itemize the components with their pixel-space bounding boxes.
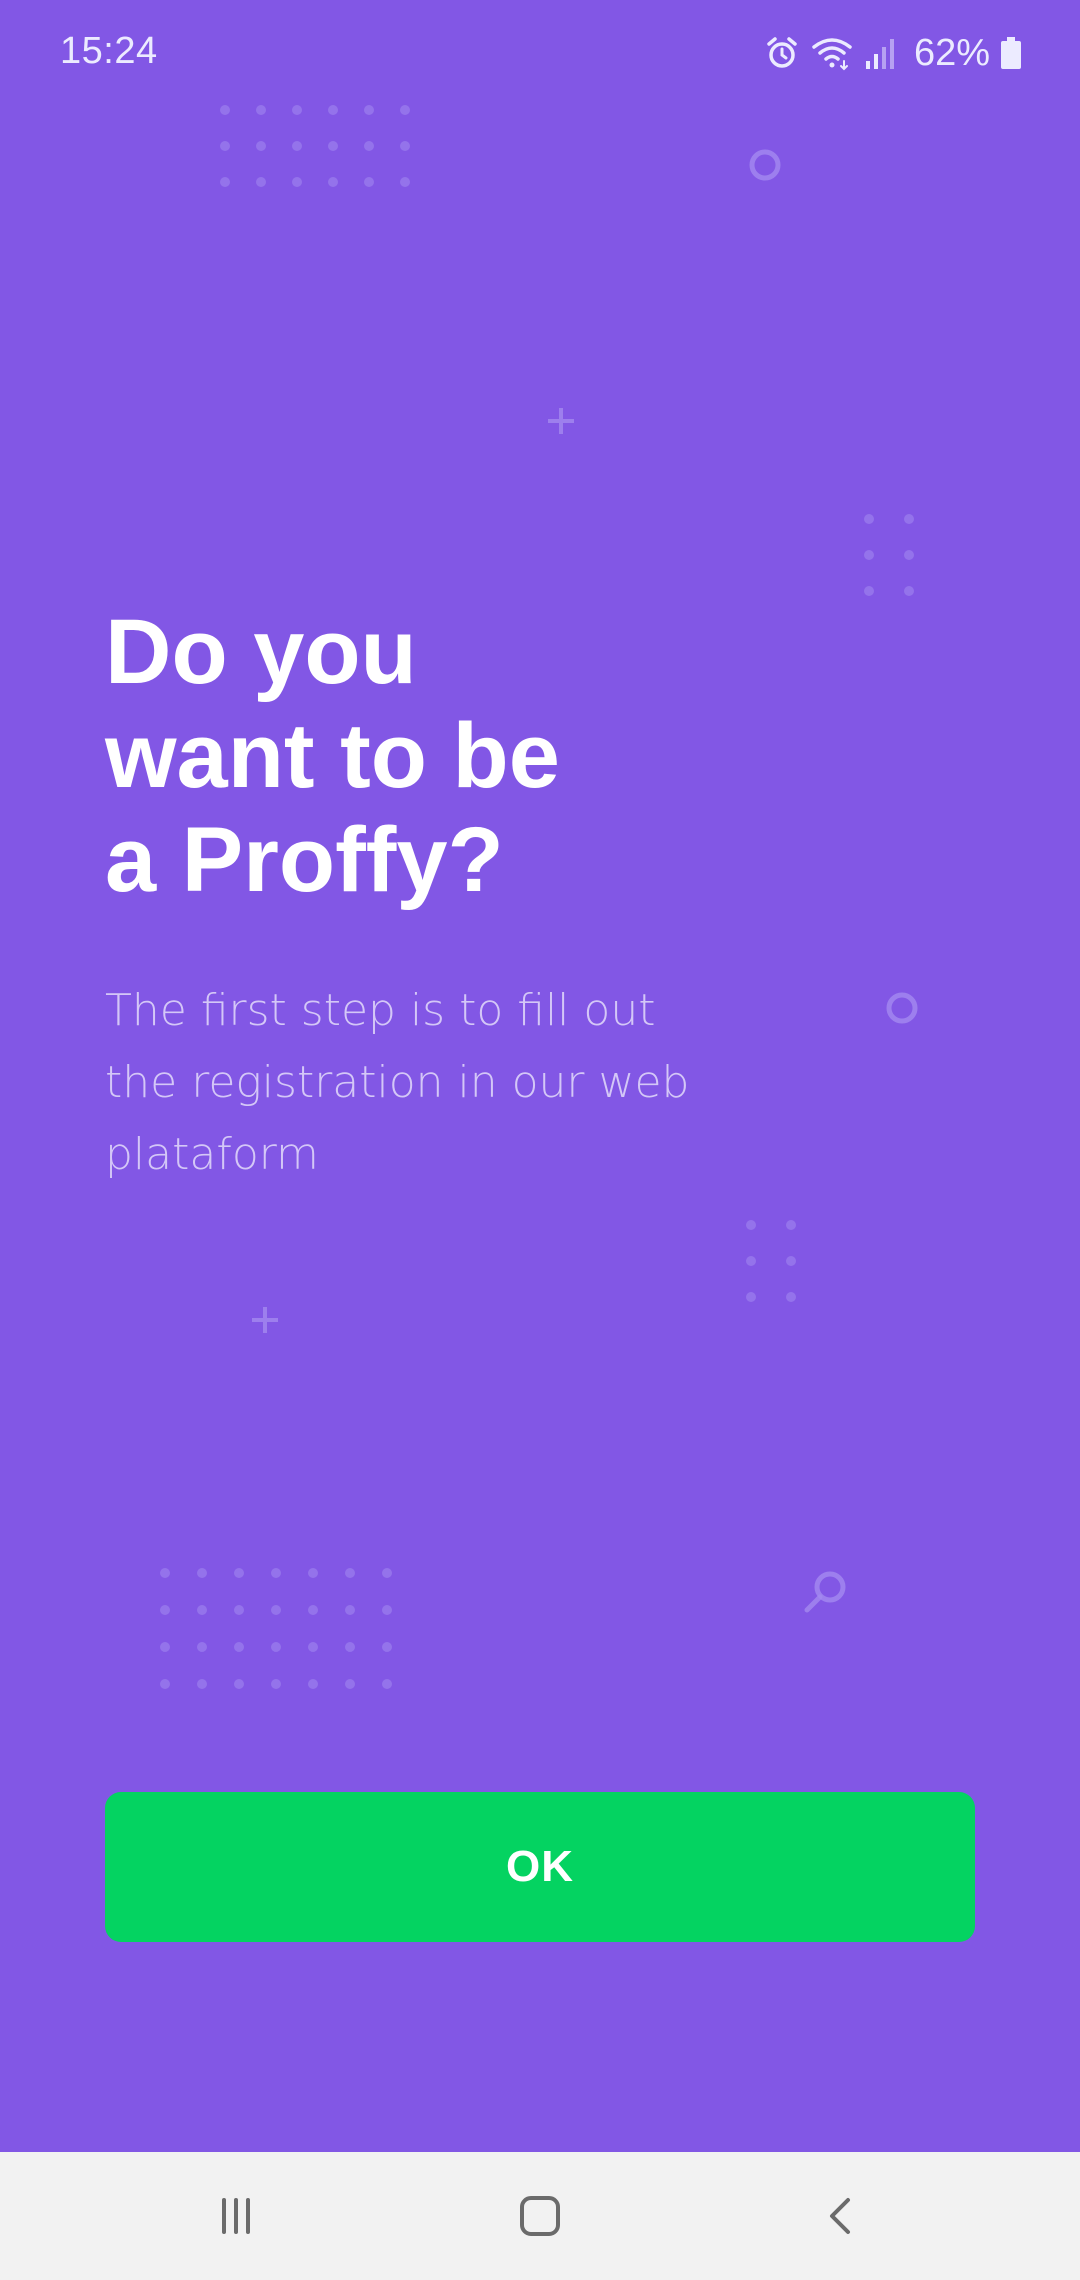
title-line: want to be bbox=[105, 705, 560, 807]
description-line: the registration in our web bbox=[105, 1057, 690, 1108]
decorative-dot bbox=[328, 105, 338, 115]
decorative-search-icon bbox=[804, 1571, 846, 1613]
decorative-dot bbox=[160, 1679, 170, 1689]
decorative-dot-grid-bottom bbox=[160, 1568, 419, 1716]
decorative-dot bbox=[308, 1679, 318, 1689]
decorative-dot bbox=[786, 1220, 796, 1230]
decorative-dot bbox=[864, 514, 874, 524]
home-icon bbox=[520, 2196, 560, 2236]
description-line: The first step is to fill out bbox=[105, 985, 656, 1036]
decorative-dot bbox=[271, 1605, 281, 1615]
proffy-onboarding-screen: 15:24 62% Do you want to be a Proffy? Th… bbox=[0, 0, 1080, 2280]
battery-percentage: 62% bbox=[913, 31, 990, 74]
status-icons: 62% bbox=[764, 28, 1022, 78]
decorative-dot bbox=[400, 141, 410, 151]
decorative-dot bbox=[864, 550, 874, 560]
decorative-dot bbox=[160, 1605, 170, 1615]
decorative-dot bbox=[345, 1642, 355, 1652]
decorative-dot bbox=[197, 1642, 207, 1652]
decorative-dot bbox=[308, 1605, 318, 1615]
alarm-icon bbox=[767, 37, 797, 68]
decorative-dot bbox=[904, 586, 914, 596]
back-icon bbox=[830, 2198, 850, 2234]
status-bar: 15:24 62% bbox=[0, 0, 1080, 110]
navigation-bar bbox=[0, 2152, 1080, 2280]
decorative-dot bbox=[308, 1568, 318, 1578]
decorative-dot bbox=[292, 177, 302, 187]
decorative-dot bbox=[345, 1605, 355, 1615]
decorative-dot bbox=[271, 1568, 281, 1578]
decorative-dot bbox=[256, 105, 266, 115]
title-line: Do you bbox=[105, 601, 417, 703]
battery-icon bbox=[1001, 37, 1021, 69]
decorative-plus-icon bbox=[548, 408, 574, 434]
decorative-dot bbox=[382, 1605, 392, 1615]
recent-apps-button[interactable] bbox=[176, 2174, 296, 2258]
decorative-dot bbox=[364, 105, 374, 115]
decorative-dot bbox=[864, 586, 874, 596]
decorative-dot bbox=[160, 1568, 170, 1578]
back-button[interactable] bbox=[782, 2174, 902, 2258]
decorative-dot bbox=[197, 1568, 207, 1578]
decorative-dot bbox=[746, 1292, 756, 1302]
ok-button[interactable]: OK bbox=[105, 1792, 975, 1942]
decorative-dot bbox=[345, 1679, 355, 1689]
decorative-dot bbox=[220, 141, 230, 151]
decorative-dot bbox=[271, 1679, 281, 1689]
title-line: a Proffy? bbox=[105, 809, 504, 911]
decorative-dot bbox=[308, 1642, 318, 1652]
decorative-dot bbox=[746, 1220, 756, 1230]
decorative-dot bbox=[234, 1605, 244, 1615]
decorative-dot bbox=[220, 105, 230, 115]
decorative-dot bbox=[904, 514, 914, 524]
decorative-dot bbox=[234, 1568, 244, 1578]
decorative-dot bbox=[234, 1679, 244, 1689]
description-line: plataform bbox=[105, 1129, 319, 1180]
home-button[interactable] bbox=[480, 2174, 600, 2258]
decorative-dot bbox=[364, 177, 374, 187]
decorative-dot bbox=[904, 550, 914, 560]
recent-apps-icon bbox=[222, 2198, 250, 2234]
page-title: Do you want to be a Proffy? bbox=[105, 600, 805, 912]
decorative-dot bbox=[197, 1679, 207, 1689]
decorative-dot bbox=[786, 1256, 796, 1266]
decorative-dot bbox=[786, 1292, 796, 1302]
decorative-dot-grid-top bbox=[220, 105, 436, 213]
signal-icon bbox=[865, 39, 894, 69]
decorative-dot bbox=[292, 105, 302, 115]
decorative-dot bbox=[160, 1642, 170, 1652]
decorative-dot bbox=[382, 1679, 392, 1689]
decorative-plus-icon bbox=[252, 1307, 278, 1333]
decorative-dot bbox=[197, 1605, 207, 1615]
decorative-dot bbox=[234, 1642, 244, 1652]
page-description: The first step is to fill out the regist… bbox=[105, 975, 785, 1191]
decorative-dot bbox=[271, 1642, 281, 1652]
decorative-circle-icon bbox=[886, 992, 918, 1024]
decorative-dot bbox=[292, 141, 302, 151]
decorative-dot bbox=[328, 141, 338, 151]
decorative-dot bbox=[364, 141, 374, 151]
status-time: 15:24 bbox=[60, 30, 158, 72]
decorative-dot bbox=[345, 1568, 355, 1578]
wifi-icon bbox=[812, 38, 852, 71]
decorative-dot bbox=[382, 1568, 392, 1578]
decorative-dot bbox=[400, 105, 410, 115]
decorative-dot-grid-middle bbox=[746, 1220, 826, 1328]
decorative-dot bbox=[220, 177, 230, 187]
decorative-circle-icon bbox=[749, 149, 781, 181]
decorative-dot bbox=[328, 177, 338, 187]
decorative-dot bbox=[256, 177, 266, 187]
decorative-dot bbox=[382, 1642, 392, 1652]
decorative-dot-grid-right bbox=[864, 514, 944, 622]
decorative-dot bbox=[256, 141, 266, 151]
decorative-dot bbox=[746, 1256, 756, 1266]
decorative-dot bbox=[400, 177, 410, 187]
